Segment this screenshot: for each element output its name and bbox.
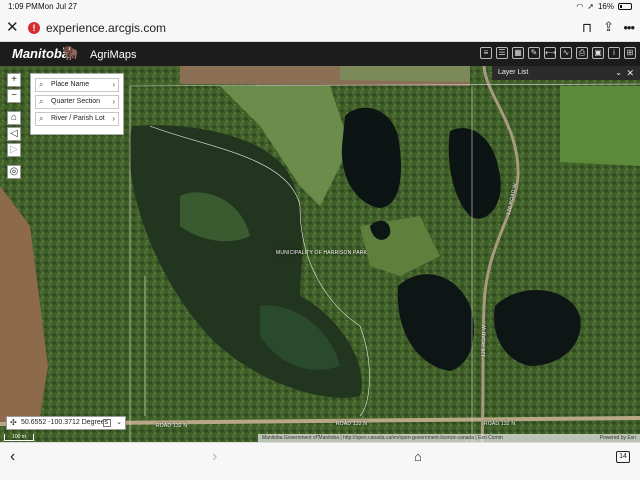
security-warning-icon[interactable]: ! (28, 22, 40, 34)
home-icon[interactable]: ⌂ (7, 111, 21, 125)
status-time: 1:09 PM (8, 2, 38, 11)
bison-logo-icon: 🦬 (62, 45, 79, 60)
previous-extent-icon[interactable]: ◁ (7, 127, 21, 141)
close-icon[interactable]: ✕ (626, 66, 634, 80)
forward-icon[interactable]: › (212, 448, 217, 466)
layer-list-title: Layer List (498, 69, 529, 76)
layer-list-panel: Layer List ⌄ ✕ (492, 66, 640, 80)
chevron-up-icon[interactable]: ⌃ (316, 434, 321, 441)
scale-bar: 100 m (4, 434, 34, 441)
url-text[interactable]: experience.arcgis.com (46, 21, 166, 35)
battery-percent: 16% (597, 2, 614, 11)
search-item-label: River / Parish Lot (51, 115, 105, 122)
search-place-name[interactable]: ⌕ Place Name › (35, 78, 119, 92)
road-label: ROAD 132 N (156, 423, 188, 429)
browser-bottom-toolbar: ‹ › ⌂ 14 (0, 442, 640, 480)
chart-icon[interactable]: ∿ (560, 47, 572, 59)
crosshair-icon: ✣ (10, 418, 17, 427)
grid-icon[interactable]: ⊞ (624, 47, 636, 59)
basemap-icon[interactable]: ▦ (512, 47, 524, 59)
status-date: Mon Jul 27 (38, 2, 78, 11)
status-indicators: ◠ ➚ 16% (576, 2, 632, 11)
search-river-parish-lot[interactable]: ⌕ River / Parish Lot › (35, 112, 119, 126)
search-icon: ⌕ (39, 97, 44, 106)
chevron-right-icon: › (112, 97, 115, 106)
search-quarter-section[interactable]: ⌕ Quarter Section › (35, 95, 119, 109)
list-icon[interactable]: ☰ (496, 47, 508, 59)
wifi-icon: ◠ (576, 2, 584, 11)
app-title: AgriMaps (90, 49, 137, 61)
road-label: ROAD 132 N (484, 421, 516, 427)
search-item-label: Place Name (51, 81, 90, 88)
browser-url-bar: ✕ ! experience.arcgis.com ⊓ ⇪ ••• (0, 14, 640, 42)
more-icon[interactable]: ••• (623, 20, 635, 35)
draw-icon[interactable]: ✎ (528, 47, 540, 59)
next-extent-icon[interactable]: ▷ (7, 143, 21, 157)
attribution-text: Manitoba Government of Manitoba | http:/… (262, 435, 503, 441)
tabs-button[interactable]: 14 (616, 451, 630, 463)
share-icon[interactable]: ⇪ (603, 19, 614, 35)
search-icon: ⌕ (39, 114, 44, 123)
bookmark-icon[interactable]: ⊓ (582, 20, 592, 36)
bookmark-tool-icon[interactable]: ▣ (592, 47, 604, 59)
app-header: Manitoba 🦬 AgriMaps ≡ ☰ ▦ ✎ ⟷ ∿ ⎙ ▣ i ⊞ (0, 42, 640, 66)
header-toolbar: ≡ ☰ ▦ ✎ ⟷ ∿ ⎙ ▣ i ⊞ (480, 47, 636, 59)
measure-icon[interactable]: ⟷ (544, 47, 556, 59)
scale-label: 100 m (12, 434, 26, 440)
location-icon: ➚ (587, 2, 594, 11)
search-icon: ⌕ (39, 80, 44, 89)
search-item-label: Quarter Section (51, 98, 101, 105)
zoom-in-button[interactable]: + (7, 73, 21, 87)
brand-logo: Manitoba (12, 46, 70, 61)
info-icon[interactable]: i (608, 47, 620, 59)
back-icon[interactable]: ‹ (10, 448, 15, 466)
municipality-label: MUNICIPALITY OF HARRISON PARK (276, 250, 368, 256)
coordinate-widget[interactable]: ✣ 50.6552 -100.3712 Degrees ⌄ (6, 416, 126, 430)
collapse-icon[interactable]: ⌄ (615, 66, 622, 80)
road-label: 126 ROAD W (480, 324, 488, 358)
chevron-right-icon: › (112, 114, 115, 123)
search-panel: ⌕ Place Name › ⌕ Quarter Section › ⌕ Riv… (30, 73, 124, 135)
powered-by: Powered by Esri (599, 435, 636, 441)
road-label: ROAD 132 N (336, 421, 368, 427)
chevron-right-icon: › (112, 80, 115, 89)
my-location-icon[interactable]: ◎ (7, 165, 21, 179)
chevron-down-icon[interactable]: ⌄ (116, 417, 122, 429)
map-controls: + − ⌂ ◁ ▷ ◎ (7, 73, 23, 179)
copy-icon[interactable] (103, 419, 111, 427)
close-icon[interactable]: ✕ (6, 20, 19, 35)
home-icon[interactable]: ⌂ (414, 449, 422, 464)
coordinate-text: 50.6552 -100.3712 Degrees (21, 419, 109, 426)
zoom-out-button[interactable]: − (7, 89, 21, 103)
layers-icon[interactable]: ≡ (480, 47, 492, 59)
print-icon[interactable]: ⎙ (576, 47, 588, 59)
battery-icon (618, 3, 632, 10)
ios-status-bar: 1:09 PM Mon Jul 27 ◠ ➚ 16% (0, 0, 640, 14)
